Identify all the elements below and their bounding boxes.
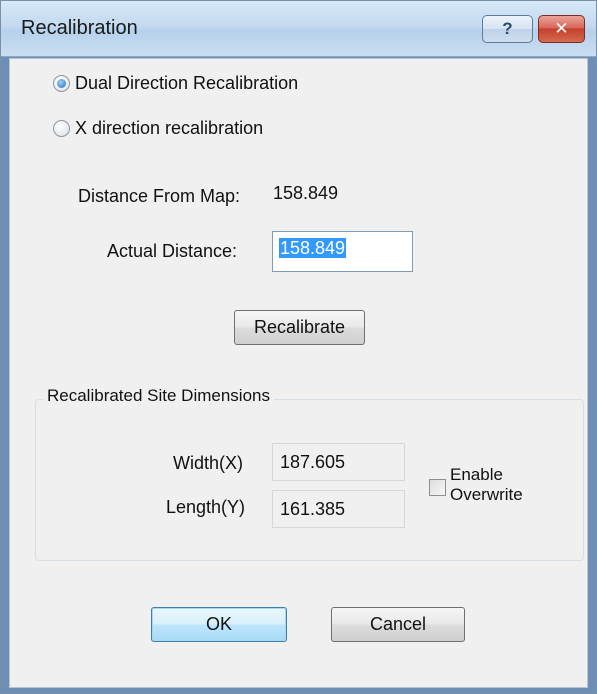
close-icon: ✕ [554,19,569,38]
distance-from-map-value: 158.849 [273,183,339,203]
actual-distance-input[interactable]: 158.849 [272,231,413,272]
ok-button[interactable]: OK [151,607,287,642]
length-value: 161.385 [280,499,346,519]
recalibrate-button-label: Recalibrate [253,317,346,337]
title-bar[interactable]: Recalibration ? ✕ [1,1,596,57]
enable-overwrite-label-line2: Overwrite [450,485,523,504]
dialog-body: Dual Direction Recalibration X direction… [9,58,588,688]
width-field: 187.605 [272,443,405,481]
dual-direction-label: Dual Direction Recalibration [75,73,299,93]
actual-distance-label: Actual Distance: [107,241,238,261]
distance-from-map-label: Distance From Map: [78,186,241,206]
x-direction-label: X direction recalibration [75,118,264,138]
close-button[interactable]: ✕ [538,15,585,43]
x-direction-radio[interactable]: X direction recalibration [53,118,263,139]
width-value: 187.605 [280,452,346,472]
enable-overwrite-checkbox[interactable] [429,479,446,496]
dual-direction-radio[interactable]: Dual Direction Recalibration [53,73,298,94]
radio-checked-icon[interactable] [53,75,70,92]
enable-overwrite-label[interactable]: Enable Overwrite [450,465,523,505]
help-icon: ? [502,19,513,38]
recalibration-dialog: Recalibration ? ✕ Dual Direction Recalib… [0,0,597,694]
cancel-button[interactable]: Cancel [331,607,465,642]
ok-button-label: OK [205,614,232,634]
length-field: 161.385 [272,490,405,528]
actual-distance-selected-text: 158.849 [279,238,347,258]
window-title: Recalibration [21,17,138,39]
site-dimensions-legend: Recalibrated Site Dimensions [43,386,274,406]
width-label: Width(X) [173,453,244,473]
length-label: Length(Y) [166,497,246,517]
help-button[interactable]: ? [482,15,533,43]
enable-overwrite-label-line1: Enable [450,465,503,484]
cancel-button-label: Cancel [369,614,427,634]
recalibrate-button[interactable]: Recalibrate [234,310,365,345]
radio-unchecked-icon[interactable] [53,120,70,137]
